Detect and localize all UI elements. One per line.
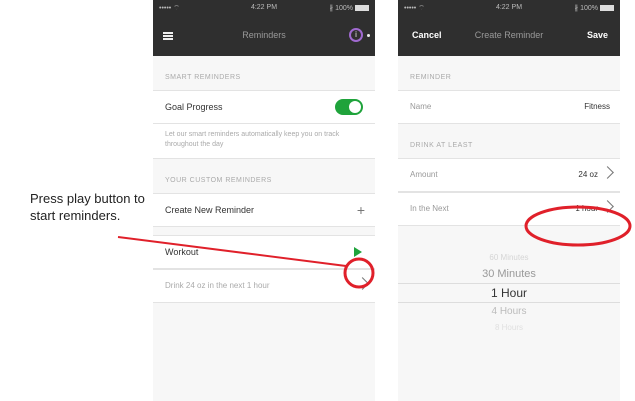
page-title: Reminders [242, 30, 286, 40]
battery-status: ∦ 100% [330, 4, 369, 12]
in-the-next-label: In the Next [410, 204, 449, 213]
chevron-right-icon [356, 277, 369, 290]
amount-row[interactable]: Amount 24 oz [398, 158, 620, 192]
top-bar: ••••• ⌔ 4:22 PM ∦ 100% Cancel Create Rem… [398, 0, 620, 56]
picker-option[interactable]: 30 Minutes [398, 266, 620, 282]
chevron-right-icon [601, 200, 614, 213]
workout-row[interactable]: Workout [153, 235, 375, 269]
drink-at-least-header: DRINK AT LEAST [410, 142, 473, 149]
chevron-right-icon [601, 166, 614, 179]
in-the-next-row[interactable]: In the Next 1 hour [398, 192, 620, 226]
drink-reminder-row[interactable]: Drink 24 oz in the next 1 hour [153, 269, 375, 303]
plus-icon[interactable]: + [357, 202, 365, 218]
smart-reminders-header: SMART REMINDERS [165, 74, 241, 81]
picker-option[interactable]: 4 Hours [398, 304, 620, 320]
create-reminder-row[interactable]: Create New Reminder + [153, 193, 375, 227]
info-icon[interactable]: i [349, 28, 363, 42]
battery-icon [355, 5, 369, 12]
play-icon[interactable] [354, 247, 362, 257]
reminder-header: REMINDER [410, 74, 452, 81]
goal-progress-row: Goal Progress [153, 90, 375, 124]
name-value: Fitness [584, 102, 610, 111]
create-reminder-label: Create New Reminder [165, 205, 255, 215]
drink-reminder-label: Drink 24 oz in the next 1 hour [165, 281, 270, 290]
save-button[interactable]: Save [587, 30, 608, 40]
picker-option[interactable]: 8 Hours [398, 320, 620, 336]
amount-value: 24 oz [578, 170, 598, 179]
workout-label: Workout [165, 247, 199, 257]
battery-text: ∦ 100% [329, 5, 353, 12]
battery-text: ∦ 100% [574, 5, 598, 12]
picker-option-selected[interactable]: 1 Hour [398, 283, 620, 303]
goal-progress-description: Let our smart reminders automatically ke… [153, 124, 375, 159]
status-bar: ••••• ⌔ 4:22 PM ∦ 100% [153, 4, 375, 16]
goal-progress-label: Goal Progress [165, 102, 223, 112]
in-the-next-value: 1 hour [575, 204, 598, 213]
name-row[interactable]: Name Fitness [398, 90, 620, 124]
duration-picker[interactable]: 60 Minutes 30 Minutes 1 Hour 4 Hours 8 H… [398, 250, 620, 336]
goal-progress-toggle[interactable] [335, 99, 363, 115]
notification-dot [367, 34, 370, 37]
top-bar: ••••• ⌔ 4:22 PM ∦ 100% Reminders i [153, 0, 375, 56]
custom-reminders-header: YOUR CUSTOM REMINDERS [165, 177, 272, 184]
name-label: Name [410, 102, 432, 111]
battery-status: ∦ 100% [575, 4, 614, 12]
status-bar: ••••• ⌔ 4:22 PM ∦ 100% [398, 4, 620, 16]
create-reminder-screen: ••••• ⌔ 4:22 PM ∦ 100% Cancel Create Rem… [398, 0, 620, 401]
battery-icon [600, 5, 614, 12]
amount-label: Amount [410, 170, 438, 179]
reminders-screen: ••••• ⌔ 4:22 PM ∦ 100% Reminders i SMART… [153, 0, 375, 401]
picker-option[interactable]: 60 Minutes [398, 250, 620, 266]
callout-text: Press play button to start reminders. [30, 191, 145, 223]
